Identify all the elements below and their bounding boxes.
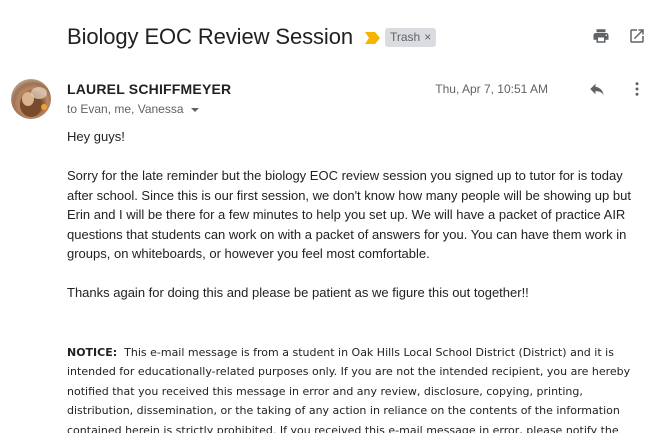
chevron-down-icon[interactable]	[190, 104, 200, 114]
notice-label: NOTICE:	[67, 346, 118, 359]
legal-notice: NOTICE: This e-mail message is from a st…	[67, 343, 647, 433]
importance-marker-icon[interactable]	[364, 31, 380, 44]
recipients-text: to Evan, me, Vanessa	[67, 102, 184, 116]
sender-avatar[interactable]	[11, 79, 51, 119]
message-actions	[587, 79, 647, 99]
email-view: Biology EOC Review Session Trash × LAURE…	[0, 0, 665, 433]
label-chip-trash[interactable]: Trash ×	[384, 27, 437, 47]
thread-actions	[591, 26, 647, 46]
body-paragraph: Hey guys!	[67, 129, 125, 144]
email-subject: Biology EOC Review Session	[67, 24, 353, 49]
sender-name[interactable]: LAUREL SCHIFFMEYER	[67, 81, 231, 97]
recipients-line: to Evan, me, Vanessa	[67, 102, 200, 116]
subject-row: Biology EOC Review Session Trash ×	[67, 22, 437, 52]
message-date: Thu, Apr 7, 10:51 AM	[435, 82, 548, 96]
notice-text: This e-mail message is from a student in…	[67, 346, 631, 433]
more-vertical-icon[interactable]	[627, 79, 647, 99]
open-in-new-window-icon[interactable]	[627, 26, 647, 46]
reply-icon[interactable]	[587, 79, 607, 99]
body-paragraph: Thanks again for doing this and please b…	[67, 285, 529, 300]
remove-label-icon[interactable]: ×	[424, 30, 431, 44]
body-paragraph: Sorry for the late reminder but the biol…	[67, 168, 631, 261]
label-chip-text: Trash	[389, 30, 421, 44]
print-icon[interactable]	[591, 26, 611, 46]
message-body: Hey guys! Sorry for the late reminder bu…	[67, 127, 647, 322]
